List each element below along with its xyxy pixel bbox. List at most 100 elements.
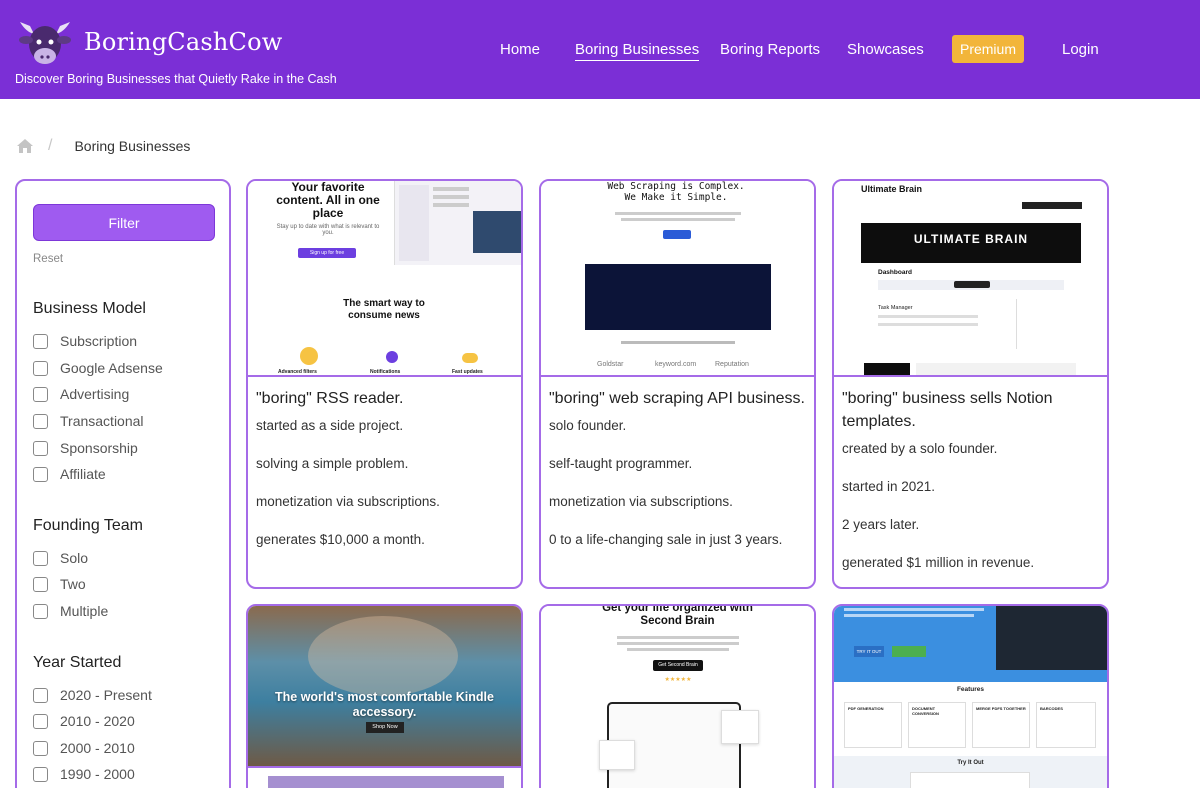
thumb-logo: keyword.com — [655, 361, 697, 368]
checkbox[interactable] — [33, 766, 48, 782]
group-title-business-model: Business Model — [33, 300, 146, 317]
card-title[interactable]: "boring" RSS reader. — [256, 387, 514, 410]
filter-sidebar: Filter Reset Business Model Subscription… — [15, 179, 231, 788]
card-thumbnail[interactable]: Your favorite content. All in one place … — [248, 181, 521, 377]
card-line: monetization via subscriptions. — [256, 494, 440, 509]
card-thumbnail[interactable]: Web Scraping is Complex. We Make it Simp… — [541, 181, 814, 377]
business-card[interactable]: Ultimate Brain ULTIMATE BRAIN Dashboard … — [832, 179, 1109, 589]
nav-login[interactable]: Login — [1062, 41, 1099, 58]
card-line: 0 to a life-changing sale in just 3 year… — [549, 532, 783, 547]
thumb-subtext: Stay up to date with what is relevant to… — [276, 224, 380, 236]
thumb-rating: ★★★★★ — [664, 677, 692, 683]
business-card[interactable]: Get your life organized with Second Brai… — [539, 604, 816, 788]
group-title-founding-team: Founding Team — [33, 517, 143, 534]
checkbox[interactable] — [33, 550, 48, 566]
option-label: 2020 - Present — [60, 687, 152, 703]
thumb-headline: Web Scraping is Complex. We Make it Simp… — [607, 181, 745, 203]
thumb-section-title: Dashboard — [878, 269, 912, 276]
option-2000-2010[interactable]: 2000 - 2010 — [33, 740, 135, 756]
card-thumbnail[interactable]: The world's most comfortable Kindle acce… — [248, 606, 521, 768]
checkbox[interactable] — [33, 386, 48, 402]
business-card[interactable]: Web Scraping is Complex. We Make it Simp… — [539, 179, 816, 589]
nav-home[interactable]: Home — [500, 41, 540, 58]
card-line: started as a side project. — [256, 418, 404, 433]
card-thumbnail[interactable]: Ultimate Brain ULTIMATE BRAIN Dashboard … — [834, 181, 1107, 377]
option-label: 2000 - 2010 — [60, 740, 135, 756]
thumb-section-title: The smart way to consume news — [343, 298, 425, 321]
option-1990-2000[interactable]: 1990 - 2000 — [33, 766, 135, 782]
option-solo[interactable]: Solo — [33, 550, 88, 566]
nav-showcases[interactable]: Showcases — [847, 41, 924, 58]
nav-boring-reports[interactable]: Boring Reports — [720, 41, 820, 58]
option-label: Subscription — [60, 333, 138, 349]
option-transactional[interactable]: Transactional — [33, 413, 144, 429]
checkbox[interactable] — [33, 360, 48, 376]
reset-link[interactable]: Reset — [33, 253, 63, 265]
thumb-cta: TRY IT OUT — [854, 646, 884, 657]
nav-premium-button[interactable]: Premium — [952, 35, 1024, 63]
checkbox[interactable] — [33, 576, 48, 592]
main-nav: Home Boring Businesses Boring Reports Sh… — [0, 35, 1200, 65]
checkbox[interactable] — [33, 440, 48, 456]
checkbox[interactable] — [33, 687, 48, 703]
option-label: 2010 - 2020 — [60, 713, 135, 729]
filter-button[interactable]: Filter — [33, 204, 215, 241]
card-title[interactable]: "boring" web scraping API business. — [549, 387, 807, 410]
checkbox[interactable] — [33, 333, 48, 349]
checkbox[interactable] — [33, 413, 48, 429]
thumb-headline: Your favorite content. All in one place — [276, 181, 380, 220]
home-icon[interactable] — [16, 138, 34, 154]
option-2020-present[interactable]: 2020 - Present — [33, 687, 152, 703]
option-label: Transactional — [60, 413, 144, 429]
option-label: Affiliate — [60, 466, 106, 482]
option-multiple[interactable]: Multiple — [33, 603, 108, 619]
card-title[interactable]: "boring" business sells Notion templates… — [842, 387, 1100, 433]
thumb-feature: Advanced filters — [278, 369, 317, 375]
thumb-section-title: Features — [956, 686, 985, 693]
option-label: Two — [60, 576, 86, 592]
card-thumbnail[interactable]: TRY IT OUT Features PDF GENERATION DOCUM… — [834, 606, 1107, 788]
card-line: solving a simple problem. — [256, 456, 409, 471]
thumb-logo: Reputation — [715, 361, 749, 368]
option-label: Multiple — [60, 603, 109, 619]
option-two[interactable]: Two — [33, 576, 86, 592]
breadcrumb: / Boring Businesses — [16, 137, 190, 155]
thumb-feature: PDF GENERATION — [848, 706, 884, 711]
thumb-cta: Shop Now — [366, 722, 404, 733]
option-label: Advertising — [60, 386, 130, 402]
thumb-cta: Sign up for free — [298, 248, 356, 258]
thumb-feature: DOCUMENT CONVERSION — [912, 706, 939, 716]
card-line: 2 years later. — [842, 517, 920, 532]
option-affiliate[interactable]: Affiliate — [33, 466, 106, 482]
breadcrumb-current: Boring Businesses — [74, 138, 191, 154]
option-label: Solo — [60, 550, 89, 566]
business-card[interactable]: Your favorite content. All in one place … — [246, 179, 523, 589]
card-line: self-taught programmer. — [549, 456, 693, 471]
card-button[interactable] — [268, 776, 504, 788]
checkbox[interactable] — [33, 603, 48, 619]
option-subscription[interactable]: Subscription — [33, 333, 137, 349]
checkbox[interactable] — [33, 740, 48, 756]
thumb-headline: The world's most comfortable Kindle acce… — [275, 690, 494, 719]
hero: TRY IT OUT — [834, 606, 1107, 682]
option-2010-2020[interactable]: 2010 - 2020 — [33, 713, 135, 729]
app-screenshot — [394, 181, 521, 265]
card-thumbnail[interactable]: Get your life organized with Second Brai… — [541, 606, 814, 788]
business-card[interactable]: TRY IT OUT Features PDF GENERATION DOCUM… — [832, 604, 1109, 788]
option-google-adsense[interactable]: Google Adsense — [33, 360, 163, 376]
option-sponsorship[interactable]: Sponsorship — [33, 440, 138, 456]
checkbox[interactable] — [33, 713, 48, 729]
option-label: Google Adsense — [60, 360, 163, 376]
thumb-feature: Notifications — [370, 369, 401, 375]
thumb-headline: Ultimate Brain — [861, 184, 923, 194]
card-line: started in 2021. — [842, 479, 936, 494]
business-card[interactable]: The world's most comfortable Kindle acce… — [246, 604, 523, 788]
thumb-cta: Get Second Brain — [653, 660, 703, 671]
checkbox[interactable] — [33, 466, 48, 482]
group-title-year-started: Year Started — [33, 654, 122, 671]
option-advertising[interactable]: Advertising — [33, 386, 129, 402]
nav-boring-businesses[interactable]: Boring Businesses — [575, 41, 700, 61]
breadcrumb-separator: / — [48, 137, 53, 154]
thumb-feature: Fast updates — [452, 369, 483, 375]
thumb-headline: Get your life organized with Second Brai… — [602, 606, 753, 627]
